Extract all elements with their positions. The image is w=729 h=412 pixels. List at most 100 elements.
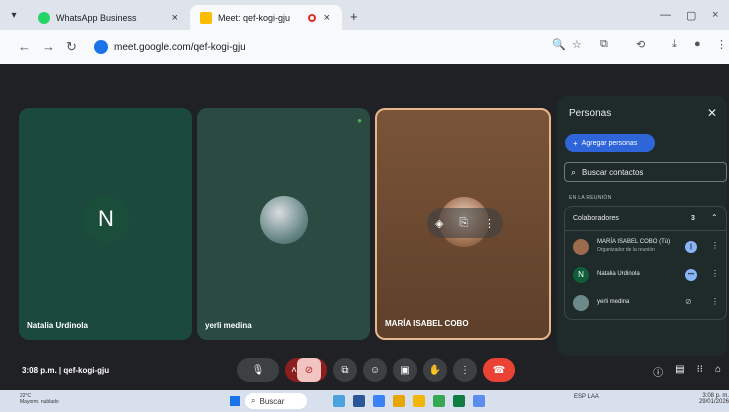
host-controls-icon[interactable]: ⌂ (715, 364, 721, 379)
tab-search-dropdown-icon[interactable]: ▾ (6, 8, 22, 24)
more-options-icon[interactable]: ⋮ (711, 269, 719, 278)
system-tray[interactable]: ESP LAA (574, 394, 599, 400)
tile-hover-controls: ◈ ⎘ ⋮ (427, 208, 503, 238)
participant-name: yerli medina (205, 321, 252, 330)
tab-whatsapp[interactable]: WhatsApp Business × (28, 5, 190, 30)
close-icon[interactable]: ✕ (707, 106, 717, 120)
list-item[interactable]: yerli medina ⊘ ⋮ (565, 289, 726, 317)
menu-icon[interactable]: ⋮ (716, 38, 727, 51)
weather-widget[interactable]: 22°C Mayorm. nublado (20, 393, 59, 405)
participant-name: Natalia Urdinola (597, 271, 640, 277)
right-controls: ⓘ ▤ ⁝⁝ ⌂ (653, 364, 721, 379)
maximize-button[interactable]: ▢ (686, 9, 696, 22)
participants-group: Colaboradores 3 ⌃ MARÍA ISABEL COBO (Tú)… (564, 206, 727, 320)
site-info-icon[interactable] (94, 40, 108, 54)
group-count: 3 (691, 215, 695, 222)
history-icon[interactable]: ⟲ (636, 38, 645, 51)
back-icon[interactable]: ← (18, 39, 31, 54)
participant-tile[interactable]: ● yerli medina (197, 108, 370, 340)
start-button[interactable] (230, 396, 240, 406)
meet-icon (200, 11, 212, 24)
more-options-icon[interactable]: ⋮ (484, 217, 495, 230)
whatsapp-icon (38, 11, 50, 24)
pin-icon[interactable]: ◈ (435, 217, 443, 230)
forward-icon[interactable]: → (42, 39, 55, 54)
taskbar-app-icon[interactable] (433, 395, 445, 407)
close-tab-icon[interactable]: × (324, 12, 330, 24)
add-people-button[interactable]: + Agregar personas (565, 134, 655, 152)
search-placeholder: Buscar contactos (582, 167, 644, 177)
avatar (573, 295, 589, 311)
activities-icon[interactable]: ⁝⁝ (697, 364, 703, 379)
participant-name: yerli medina (597, 299, 630, 305)
microphone-button[interactable]: 🎙 (237, 358, 279, 382)
search-icon: ⌕ (571, 166, 577, 177)
avatar (260, 196, 308, 244)
participant-tile-active[interactable]: ◈ ⎘ ⋮ MARÍA ISABEL COBO (375, 108, 551, 340)
call-controls-bar: 3:08 p.m. | qef-kogi-gju 🎙 ˄ ⊘ ⧉ ☺ ▣ ✋ ⋮… (0, 352, 729, 390)
close-window-button[interactable]: × (712, 9, 718, 21)
reload-icon[interactable]: ↻ (66, 39, 77, 55)
panel-title: Personas (569, 108, 612, 119)
taskbar-app-icon[interactable] (413, 395, 425, 407)
controls-group: 🎙 ˄ ⊘ ⧉ ☺ ▣ ✋ ⋮ ☎ (237, 358, 515, 384)
speaking-icon: ● (357, 116, 362, 125)
participant-name: MARÍA ISABEL COBO (385, 319, 469, 328)
leave-call-button[interactable]: ☎ (483, 358, 515, 382)
download-icon[interactable]: ⤓ (672, 38, 677, 51)
profile-icon[interactable]: ● (694, 38, 701, 50)
chat-icon[interactable]: ▤ (675, 364, 684, 379)
extensions-icon[interactable]: ⧉ (600, 38, 608, 51)
windows-taskbar: 22°C Mayorm. nublado ⌕ Buscar ESP LAA 3:… (0, 390, 729, 412)
participant-tile[interactable]: N Natalia Urdinola (19, 108, 192, 340)
camera-off-button[interactable]: ˄ ⊘ (285, 358, 327, 382)
bookmark-star-icon[interactable]: ☆ (572, 38, 582, 51)
taskbar-search[interactable]: ⌕ Buscar (245, 393, 307, 409)
section-label: EN LA REUNIÓN (569, 195, 612, 201)
add-people-label: Agregar personas (581, 139, 638, 147)
url-text: meet.google.com/qef-kogi-gju (114, 41, 246, 53)
captions-button[interactable]: ⧉ (333, 358, 357, 382)
search-contacts-input[interactable]: ⌕ Buscar contactos (564, 162, 727, 182)
list-item[interactable]: MARÍA ISABEL COBO (Tú) Organizador de la… (565, 233, 726, 261)
people-panel: Personas ✕ + Agregar personas ⌕ Buscar c… (557, 96, 727, 356)
minimize-button[interactable]: — (660, 9, 671, 21)
more-options-button[interactable]: ⋮ (453, 358, 477, 382)
more-options-icon[interactable]: ⋮ (711, 241, 719, 250)
emoji-button[interactable]: ☺ (363, 358, 387, 382)
chevron-up-icon[interactable]: ⌃ (711, 213, 718, 222)
address-bar[interactable]: meet.google.com/qef-kogi-gju (90, 34, 596, 60)
raise-hand-button[interactable]: ✋ (423, 358, 447, 382)
group-header[interactable]: Colaboradores 3 ⌃ (565, 207, 726, 231)
language-label: ESP (574, 394, 586, 400)
taskbar-app-icon[interactable] (333, 395, 345, 407)
zoom-icon[interactable]: 🔍 (552, 38, 566, 51)
system-clock[interactable]: 3:08 p. m. 29/01/2026 (689, 393, 729, 405)
taskbar-app-icon[interactable] (353, 395, 365, 407)
audio-level-icon: || (685, 241, 697, 253)
taskbar-search-label: Buscar (259, 396, 285, 406)
browser-chrome: ▾ WhatsApp Business × Meet: qef-kogi-gju… (0, 0, 729, 64)
tab-meet[interactable]: Meet: qef-kogi-gju × (190, 5, 342, 30)
camera-off-icon: ⊘ (296, 358, 321, 382)
taskbar-app-icon[interactable] (393, 395, 405, 407)
participant-name: Natalia Urdinola (27, 321, 88, 330)
share-icon[interactable]: ⎘ (459, 217, 468, 230)
mic-off-icon: ⊘ (685, 297, 692, 306)
taskbar-app-icon[interactable] (453, 395, 465, 407)
list-item[interactable]: N Natalia Urdinola ••• ⋮ (565, 261, 726, 289)
taskbar-app-icon[interactable] (373, 395, 385, 407)
language-sublabel: LAA (587, 394, 599, 400)
address-row: ← → ↻ meet.google.com/qef-kogi-gju 🔍 ☆ ⧉… (0, 30, 729, 64)
close-tab-icon[interactable]: × (172, 12, 178, 24)
search-icon: ⌕ (251, 396, 256, 405)
present-button[interactable]: ▣ (393, 358, 417, 382)
tab-strip: ▾ WhatsApp Business × Meet: qef-kogi-gju… (0, 0, 729, 30)
new-tab-button[interactable]: + (350, 9, 358, 24)
add-person-icon: + (573, 138, 578, 148)
info-icon[interactable]: ⓘ (653, 364, 663, 379)
meeting-code: qef-kogi-gju (63, 366, 110, 375)
more-options-icon[interactable]: ⋮ (711, 297, 719, 306)
taskbar-app-icon[interactable] (473, 395, 485, 407)
tab-title: Meet: qef-kogi-gju (218, 12, 291, 23)
